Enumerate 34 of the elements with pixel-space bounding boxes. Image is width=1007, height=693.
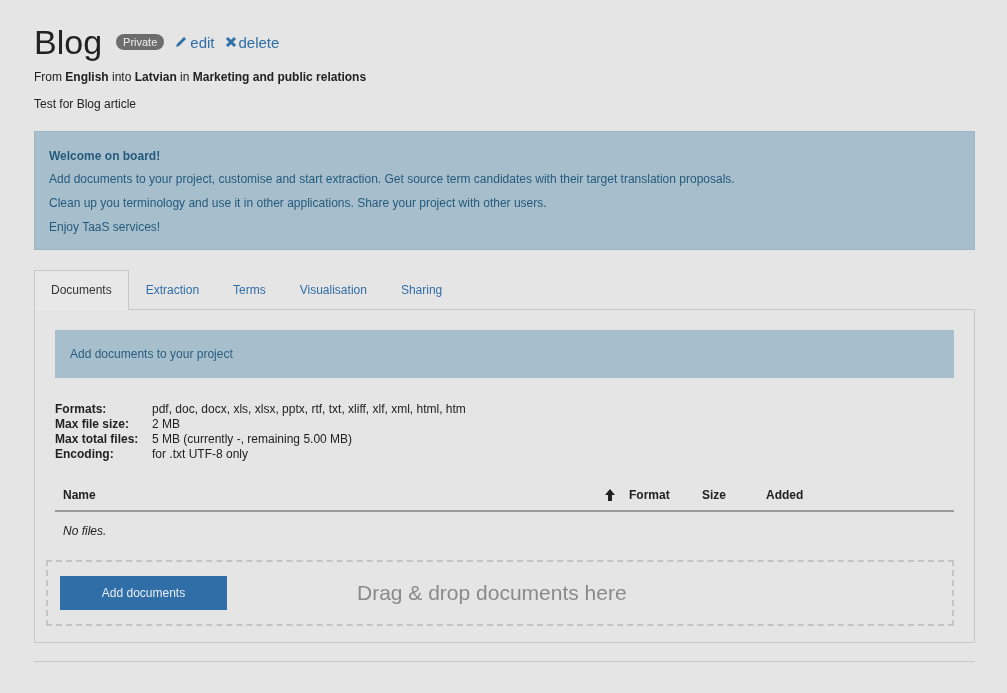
tab[interactable]: Extraction <box>128 270 217 310</box>
info-label: Encoding: <box>55 447 115 462</box>
info-label: Formats: <box>55 402 108 417</box>
project-description: Test for Blog article <box>34 96 138 113</box>
drop-zone[interactable]: Add documents Drag & drop documents here <box>46 560 954 626</box>
edit-link[interactable]: edit <box>174 33 215 51</box>
column-header[interactable]: Format <box>629 488 670 502</box>
drop-hint: Drag & drop documents here <box>357 581 627 605</box>
welcome-text: Clean up you terminology and use it in other applications. Share your project with other users. <box>49 195 548 212</box>
tab[interactable]: Visualisation <box>282 270 384 310</box>
language-pair-text: From English into Latvian in Marketing and public relations <box>34 69 368 86</box>
project-title: Blog <box>34 22 103 62</box>
column-header[interactable]: Name <box>63 488 96 502</box>
welcome-title: Welcome on board! <box>49 148 162 165</box>
documents-notice: Add documents to your project <box>55 330 954 378</box>
info-value: 5 MB (currently -, remaining 5.00 MB) <box>152 432 354 447</box>
welcome-text: Enjoy TaaS services! <box>49 219 162 236</box>
tab[interactable]: Terms <box>216 270 283 310</box>
info-value: pdf, doc, docx, xls, xlsx, pptx, rtf, txt, xliff, xlf, xml, html, htm <box>152 402 467 417</box>
column-header[interactable]: Size <box>702 488 726 502</box>
welcome-text: Add documents to your project, customise and start extraction. Get source term candidates with their target translation proposals. <box>49 171 736 188</box>
empty-message: No files. <box>62 523 108 540</box>
column-header[interactable]: Added <box>766 488 804 502</box>
tab[interactable]: Documents <box>34 270 129 310</box>
delete-link[interactable]: delete <box>224 33 280 51</box>
info-value: for .txt UTF-8 only <box>152 447 250 462</box>
close-icon <box>224 36 237 48</box>
info-value: 2 MB <box>152 417 181 432</box>
tab[interactable]: Sharing <box>383 270 460 310</box>
info-label: Max file size: <box>55 417 131 432</box>
add-documents-button[interactable]: Add documents <box>60 576 227 610</box>
privacy-badge: Private <box>116 34 165 50</box>
info-label: Max total files: <box>55 432 140 447</box>
pencil-icon <box>174 35 189 49</box>
